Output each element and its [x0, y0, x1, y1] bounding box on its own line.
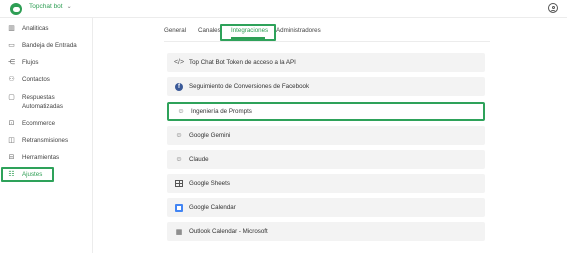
integration-google-calendar[interactable]: Google Calendar	[167, 198, 485, 217]
bot-name: Topchat bot	[29, 3, 63, 10]
broadcast-icon: ◫	[8, 137, 15, 145]
integration-label: Claude	[189, 156, 209, 163]
sidebar-item-label: Analiticas	[22, 25, 49, 32]
tab-canales[interactable]: Canales	[198, 27, 221, 34]
integration-label: Seguimiento de Conversiones de Facebook	[189, 83, 310, 90]
sidebar-item-label: Retransmisiones	[22, 137, 69, 144]
sidebar-item-label: Respuestas Automatizadas	[22, 94, 63, 110]
sidebar-item-label: Ecommerce	[22, 120, 56, 127]
sidebar-item-label: Bandeja de Entrada	[22, 42, 77, 49]
integration-outlook-calendar[interactable]: ▦ Outlook Calendar - Microsoft	[167, 222, 485, 241]
integration-facebook-conversions[interactable]: f Seguimiento de Conversiones de Faceboo…	[167, 77, 485, 96]
sheets-icon	[175, 180, 183, 187]
top-bar: Topchat bot ⌄	[0, 0, 567, 18]
integration-label: Outlook Calendar - Microsoft	[189, 228, 268, 235]
sidebar-item-label: Herramientas	[22, 154, 60, 161]
sidebar-item-bandeja[interactable]: ▭ Bandeja de Entrada	[0, 42, 93, 51]
inbox-icon: ▭	[8, 42, 15, 50]
integration-label: Google Calendar	[189, 204, 236, 211]
tabs-divider	[164, 41, 490, 42]
integration-label: Ingeniería de Prompts	[191, 108, 252, 115]
sidebar-item-flujos[interactable]: ⋲ Flujos	[0, 59, 93, 68]
claude-icon: ☺	[175, 156, 183, 163]
integration-google-sheets[interactable]: Google Sheets	[167, 174, 485, 193]
integration-prompt-engineering[interactable]: ☺ Ingeniería de Prompts	[167, 102, 485, 121]
user-circle-icon[interactable]	[548, 3, 558, 13]
integration-label: Google Gemini	[189, 132, 231, 139]
integration-label: Google Sheets	[189, 180, 230, 187]
chevron-down-icon: ⌄	[66, 4, 72, 10]
analytics-icon: ▥	[8, 25, 15, 33]
contacts-icon: ⚇	[8, 76, 15, 84]
automated-replies-icon: ▢	[8, 94, 15, 102]
gemini-icon: ☺	[175, 132, 183, 139]
main-content: General Canales Integraciones Administra…	[94, 18, 567, 253]
integraciones-highlight-box	[220, 24, 276, 41]
sidebar-item-respuestas[interactable]: ▢ Respuestas Automatizadas	[0, 94, 70, 111]
flows-icon: ⋲	[8, 59, 15, 67]
bot-selector[interactable]: Topchat bot ⌄	[29, 3, 72, 10]
code-icon: </>	[173, 59, 185, 66]
outlook-calendar-icon: ▦	[175, 228, 183, 236]
tools-icon: ⊟	[8, 154, 15, 162]
sidebar: ▥ Analiticas ▭ Bandeja de Entrada ⋲ Fluj…	[0, 18, 93, 253]
ecommerce-icon: ⊡	[8, 120, 15, 128]
integration-label: Top Chat Bot Token de acceso a la API	[189, 59, 296, 66]
integration-google-gemini[interactable]: ☺ Google Gemini	[167, 126, 485, 145]
sidebar-item-label: Flujos	[22, 59, 39, 66]
topchat-logo-icon	[10, 3, 22, 15]
prompt-head-icon: ☺	[177, 108, 185, 115]
tab-general[interactable]: General	[164, 27, 186, 34]
sidebar-item-analiticas[interactable]: ▥ Analiticas	[0, 25, 93, 34]
sidebar-item-herramientas[interactable]: ⊟ Herramientas	[0, 154, 93, 163]
tab-administradores[interactable]: Administradores	[276, 27, 321, 34]
ajustes-highlight-box	[1, 167, 54, 182]
sidebar-item-label: Contactos	[22, 76, 50, 83]
integration-api-token[interactable]: </> Top Chat Bot Token de acceso a la AP…	[167, 53, 485, 72]
integration-claude[interactable]: ☺ Claude	[167, 150, 485, 169]
sidebar-item-contactos[interactable]: ⚇ Contactos	[0, 76, 93, 85]
sidebar-item-retransmisiones[interactable]: ◫ Retransmisiones	[0, 137, 93, 146]
facebook-icon: f	[175, 82, 183, 91]
google-calendar-icon	[175, 203, 183, 212]
sidebar-item-ecommerce[interactable]: ⊡ Ecommerce	[0, 120, 93, 129]
